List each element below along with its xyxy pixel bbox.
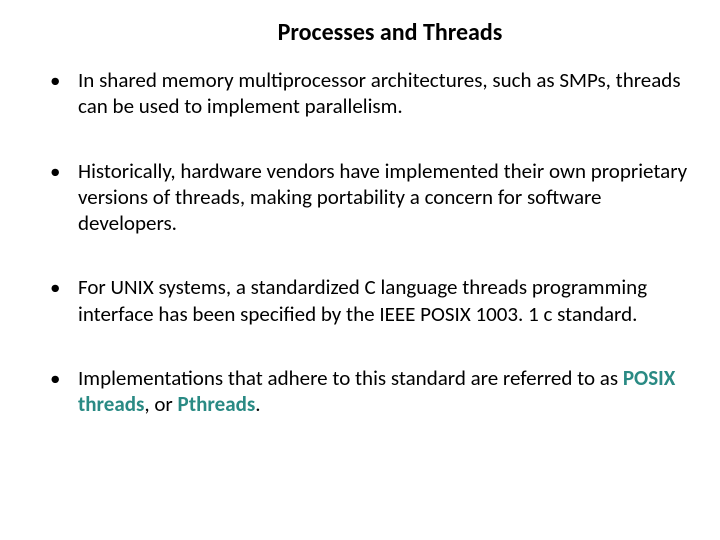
bullet-text: In shared memory multiprocessor architec…: [78, 67, 681, 119]
bullet-item: Implementations that adhere to this stan…: [50, 365, 692, 418]
bullet-text-suffix: .: [255, 391, 260, 417]
bullet-text-prefix: Implementations that adhere to this stan…: [78, 365, 623, 391]
bullet-item: Historically, hardware vendors have impl…: [50, 158, 692, 237]
bullet-text: Historically, hardware vendors have impl…: [78, 158, 687, 237]
bullet-list: In shared memory multiprocessor architec…: [28, 67, 692, 417]
bullet-text-mid: , or: [144, 391, 177, 417]
bullet-item: In shared memory multiprocessor architec…: [50, 67, 692, 120]
slide-title: Processes and Threads: [138, 18, 642, 47]
bullet-item: For UNIX systems, a standardized C langu…: [50, 274, 692, 327]
emphasis-pthreads: Pthreads: [178, 391, 256, 417]
bullet-text: For UNIX systems, a standardized C langu…: [78, 274, 647, 326]
